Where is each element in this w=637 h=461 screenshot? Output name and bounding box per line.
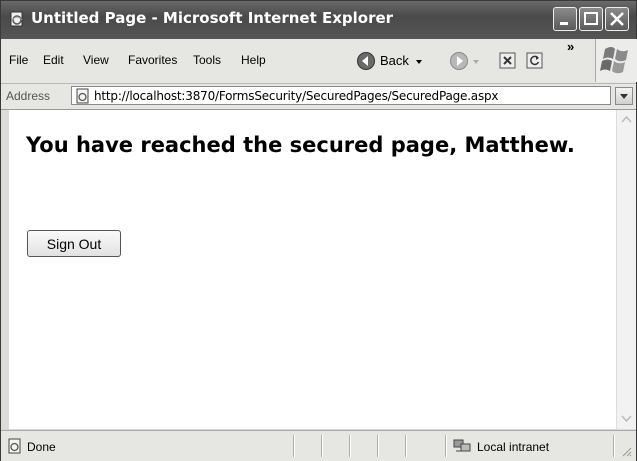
status-bar: Done Local intranet	[1, 430, 636, 461]
intranet-icon	[453, 439, 471, 452]
stop-button[interactable]	[499, 52, 517, 70]
security-zone: Local intranet	[477, 440, 550, 454]
scroll-down-icon[interactable]	[618, 410, 635, 427]
forward-button[interactable]	[449, 51, 483, 73]
window-title: Untitled Page - Microsoft Internet Explo…	[31, 9, 394, 27]
forward-arrow-icon	[450, 52, 468, 70]
status-divider	[445, 435, 446, 457]
back-arrow-icon	[357, 52, 375, 70]
menu-favorites[interactable]: Favorites	[128, 53, 177, 67]
close-button[interactable]	[605, 7, 629, 31]
address-bar: Address http://localhost:3870/FormsSecur…	[1, 84, 636, 110]
menu-bar: File Edit View Favorites Tools Help Back	[1, 39, 637, 84]
status-text: Done	[27, 440, 56, 454]
menu-help[interactable]: Help	[241, 53, 266, 67]
minimize-button[interactable]	[553, 7, 577, 31]
chevron-down-icon	[620, 94, 628, 99]
title-bar: Untitled Page - Microsoft Internet Explo…	[1, 1, 636, 39]
windows-logo-icon	[600, 47, 628, 74]
browser-window: Untitled Page - Microsoft Internet Explo…	[0, 0, 637, 461]
refresh-icon	[526, 52, 543, 69]
minimize-icon	[560, 22, 568, 25]
sign-out-button[interactable]: Sign Out	[27, 230, 121, 257]
page-icon	[76, 88, 89, 104]
refresh-button[interactable]	[526, 52, 544, 70]
ie-page-icon	[10, 11, 23, 27]
toolbar-overflow-chevron[interactable]: »	[567, 39, 574, 54]
address-input[interactable]: http://localhost:3870/FormsSecurity/Secu…	[71, 86, 611, 105]
close-icon	[610, 12, 624, 26]
forward-dropdown-icon	[473, 60, 479, 64]
status-divider	[293, 435, 294, 457]
stop-icon	[499, 52, 516, 69]
menu-edit[interactable]: Edit	[43, 53, 64, 67]
page-icon	[8, 438, 21, 454]
vertical-scrollbar[interactable]	[616, 110, 636, 429]
back-label: Back	[380, 53, 409, 68]
status-divider	[377, 435, 378, 457]
status-divider	[349, 435, 350, 457]
menu-view[interactable]: View	[83, 53, 109, 67]
scroll-up-icon[interactable]	[618, 111, 635, 128]
status-divider	[405, 435, 406, 457]
menu-file[interactable]: File	[9, 53, 28, 67]
content-frame-edge	[1, 110, 9, 429]
address-label: Address	[6, 89, 51, 103]
page-heading: You have reached the secured page, Matth…	[26, 133, 575, 157]
back-button[interactable]: Back	[356, 49, 426, 73]
address-url: http://localhost:3870/FormsSecurity/Secu…	[94, 89, 499, 103]
address-dropdown-button[interactable]	[615, 87, 633, 105]
back-dropdown-icon	[416, 60, 422, 64]
maximize-button[interactable]	[579, 7, 603, 31]
page-content: You have reached the secured page, Matth…	[9, 110, 616, 429]
status-divider	[321, 435, 322, 457]
resize-grip-icon[interactable]	[621, 446, 633, 458]
menu-tools[interactable]: Tools	[193, 53, 221, 67]
throbber	[595, 39, 637, 82]
status-divider	[613, 435, 614, 457]
maximize-icon	[584, 12, 598, 25]
